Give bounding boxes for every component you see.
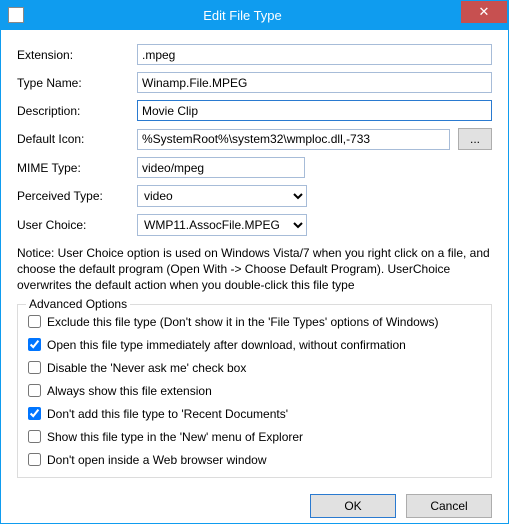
dont-add-recent-label: Don't add this file type to 'Recent Docu…: [47, 407, 288, 421]
mimetype-input[interactable]: [137, 157, 305, 178]
ok-button[interactable]: OK: [310, 494, 396, 518]
typename-input[interactable]: [137, 72, 492, 93]
open-immediately-label: Open this file type immediately after do…: [47, 338, 406, 352]
dont-open-browser-label: Don't open inside a Web browser window: [47, 453, 267, 467]
exclude-label: Exclude this file type (Don't show it in…: [47, 315, 439, 329]
disable-neverask-label: Disable the 'Never ask me' check box: [47, 361, 246, 375]
description-label: Description:: [17, 104, 137, 118]
perceivedtype-select[interactable]: video: [137, 185, 307, 207]
always-show-ext-label: Always show this file extension: [47, 384, 212, 398]
titlebar: Edit File Type ✕: [0, 0, 509, 30]
window-title: Edit File Type: [24, 8, 461, 23]
extension-label: Extension:: [17, 48, 137, 62]
exclude-checkbox[interactable]: [28, 315, 41, 328]
show-in-new-label: Show this file type in the 'New' menu of…: [47, 430, 303, 444]
always-show-ext-checkbox[interactable]: [28, 384, 41, 397]
open-immediately-checkbox[interactable]: [28, 338, 41, 351]
notice-text: Notice: User Choice option is used on Wi…: [17, 245, 492, 294]
defaulticon-input[interactable]: [137, 129, 450, 150]
description-input[interactable]: [137, 100, 492, 121]
cancel-button[interactable]: Cancel: [406, 494, 492, 518]
advanced-legend: Advanced Options: [26, 297, 130, 311]
close-button[interactable]: ✕: [461, 1, 507, 23]
browse-button[interactable]: ...: [458, 128, 492, 150]
extension-input[interactable]: [137, 44, 492, 65]
show-in-new-checkbox[interactable]: [28, 430, 41, 443]
userchoice-select[interactable]: WMP11.AssocFile.MPEG: [137, 214, 307, 236]
dont-add-recent-checkbox[interactable]: [28, 407, 41, 420]
dont-open-browser-checkbox[interactable]: [28, 453, 41, 466]
defaulticon-label: Default Icon:: [17, 132, 137, 146]
app-icon: [8, 7, 24, 23]
perceivedtype-label: Perceived Type:: [17, 189, 137, 203]
mimetype-label: MIME Type:: [17, 161, 137, 175]
userchoice-label: User Choice:: [17, 218, 137, 232]
advanced-options-group: Advanced Options Exclude this file type …: [17, 304, 492, 478]
typename-label: Type Name:: [17, 76, 137, 90]
dialog-content: Extension: Type Name: Description: Defau…: [0, 30, 509, 524]
disable-neverask-checkbox[interactable]: [28, 361, 41, 374]
